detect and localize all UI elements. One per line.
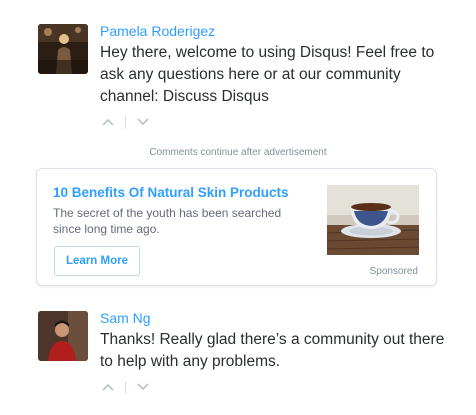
vote-controls [100, 379, 456, 395]
vote-controls [100, 114, 456, 130]
ad-image[interactable] [327, 185, 419, 255]
comment-author[interactable]: Sam Ng [100, 309, 456, 327]
sponsored-label: Sponsored [369, 266, 418, 277]
vote-divider [125, 380, 126, 394]
ad-card[interactable]: 10 Benefits Of Natural Skin Products The… [36, 168, 437, 286]
ad-notice: Comments continue after advertisement [149, 147, 327, 158]
comment: Pamela Roderigez Hey there, welcome to u… [38, 22, 456, 130]
chevron-up-icon[interactable] [100, 379, 116, 395]
chevron-up-icon[interactable] [100, 114, 116, 130]
comment-author[interactable]: Pamela Roderigez [100, 22, 456, 40]
vote-divider [125, 115, 126, 129]
learn-more-button[interactable]: Learn More [54, 246, 140, 276]
ad-description: The secret of the youth has been searche… [53, 206, 282, 236]
ad-title[interactable]: 10 Benefits Of Natural Skin Products [53, 185, 289, 200]
comment-text: Thanks! Really glad there’s a community … [100, 331, 445, 370]
avatar[interactable] [38, 311, 88, 361]
chevron-down-icon[interactable] [135, 114, 151, 130]
comment: Sam Ng Thanks! Really glad there’s a com… [38, 309, 456, 395]
comment-body: Pamela Roderigez Hey there, welcome to u… [100, 22, 456, 130]
comment-body: Sam Ng Thanks! Really glad there’s a com… [100, 309, 456, 395]
avatar[interactable] [38, 24, 88, 74]
chevron-down-icon[interactable] [135, 379, 151, 395]
comment-text: Hey there, welcome to using Disqus! Feel… [100, 44, 435, 105]
